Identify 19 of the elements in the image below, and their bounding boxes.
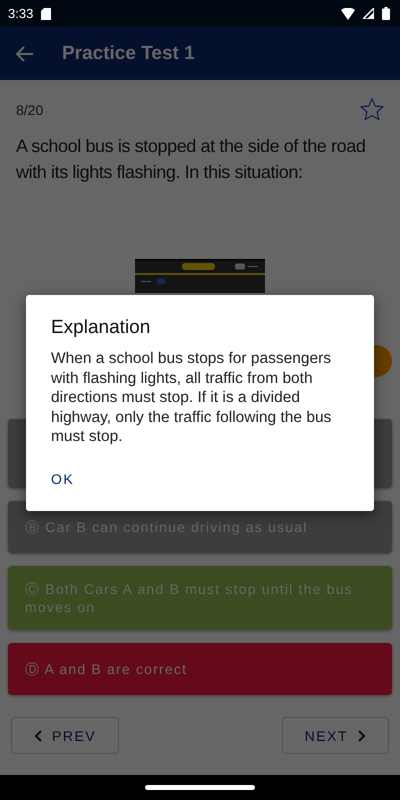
chevron-right-icon	[358, 730, 366, 742]
dialog-title: Explanation	[51, 317, 152, 339]
screen-title: Practice Test 1	[62, 42, 195, 64]
prev-button[interactable]: PREV	[11, 717, 120, 754]
question-counter: 8/20	[16, 102, 44, 118]
chevron-left-icon	[34, 730, 42, 742]
battery-icon	[382, 7, 390, 20]
question-text: A school bus is stopped at the side of the road with its lights flashing. In this situation:	[15, 135, 366, 184]
signal-icon	[363, 8, 374, 19]
answer-option[interactable]: Ⓒ Both Cars A and B must stop until the bus moves on	[8, 566, 392, 630]
status-time: 3:33	[8, 6, 34, 21]
dialog-body: When a school bus stops for passengers with flashing lights, all traffic from both directions must stop. If it is a divided highway, only the traffic following the bus must stop.	[51, 349, 332, 446]
star-icon[interactable]	[360, 98, 384, 121]
back-arrow-icon[interactable]	[16, 46, 34, 62]
next-button[interactable]: NEXT	[282, 717, 389, 754]
wifi-icon	[341, 8, 355, 20]
ok-button[interactable]: OK	[43, 464, 82, 492]
answer-option[interactable]: Ⓓ A and B are correct	[8, 643, 392, 695]
sd-card-icon	[41, 8, 52, 20]
